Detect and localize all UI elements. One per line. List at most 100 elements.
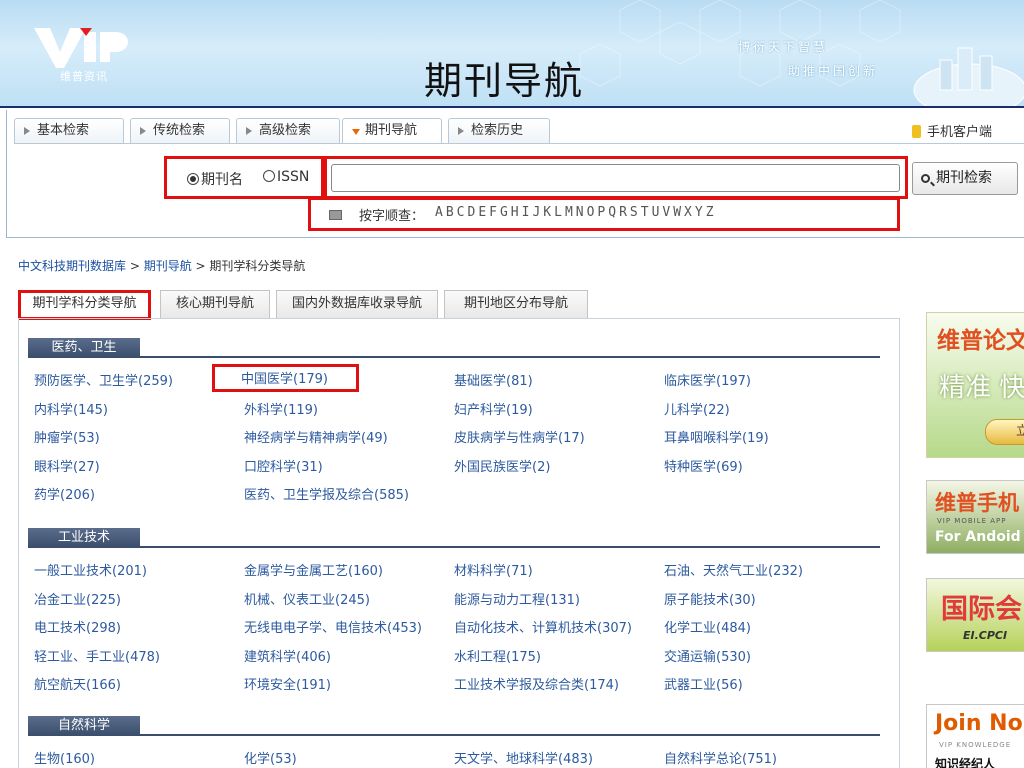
- subject-link[interactable]: 冶金工业(225): [34, 589, 121, 608]
- letter-l[interactable]: L: [554, 205, 563, 220]
- subject-link[interactable]: 临床医学(197): [664, 370, 751, 389]
- letter-p[interactable]: P: [597, 205, 606, 220]
- subject-link[interactable]: 肿瘤学(53): [34, 427, 100, 446]
- letter-n[interactable]: N: [576, 205, 585, 220]
- radio-journal-name[interactable]: 期刊名: [187, 169, 243, 189]
- letter-w[interactable]: W: [673, 205, 682, 220]
- breadcrumb-current: 期刊学科分类导航: [209, 259, 306, 273]
- subject-link[interactable]: 航空航天(166): [34, 674, 121, 693]
- ad-button[interactable]: 立: [985, 419, 1024, 445]
- page-title: 期刊导航: [424, 59, 585, 103]
- letter-z[interactable]: Z: [706, 205, 715, 220]
- subject-link[interactable]: 妇产科学(19): [454, 399, 533, 418]
- letter-b[interactable]: B: [446, 205, 455, 220]
- breadcrumb-journal-navigation[interactable]: 期刊导航: [144, 259, 192, 273]
- letter-s[interactable]: S: [630, 205, 639, 220]
- subject-link[interactable]: 口腔科学(31): [244, 456, 323, 475]
- subject-link[interactable]: 轻工业、手工业(478): [34, 646, 160, 665]
- subject-link[interactable]: 特种医学(69): [664, 456, 743, 475]
- subject-link[interactable]: 医药、卫生学报及综合(585): [244, 484, 409, 503]
- subject-link[interactable]: 交通运输(530): [664, 646, 751, 665]
- subject-link[interactable]: 天文学、地球科学(483): [454, 748, 593, 767]
- tab-basic-search[interactable]: 基本检索: [14, 118, 124, 144]
- letter-v[interactable]: V: [662, 205, 671, 220]
- subject-link[interactable]: 水利工程(175): [454, 646, 541, 665]
- tab-core-journals[interactable]: 核心期刊导航: [160, 290, 270, 318]
- tab-subject-classification[interactable]: 期刊学科分类导航: [18, 290, 151, 320]
- ad-international-conference[interactable]: 国际会 EI.CPCI: [926, 578, 1024, 652]
- subject-link[interactable]: 预防医学、卫生学(259): [34, 370, 173, 389]
- triangle-right-icon: [246, 127, 252, 135]
- subject-link[interactable]: 眼科学(27): [34, 456, 100, 475]
- breadcrumb-separator: >: [126, 259, 144, 273]
- subject-link[interactable]: 原子能技术(30): [664, 589, 756, 608]
- letter-k[interactable]: K: [543, 205, 552, 220]
- tab-database-inclusion[interactable]: 国内外数据库收录导航: [276, 290, 438, 318]
- subject-link[interactable]: 建筑科学(406): [244, 646, 331, 665]
- subject-link[interactable]: 石油、天然气工业(232): [664, 560, 803, 579]
- mobile-client-link[interactable]: 手机客户端: [912, 121, 992, 140]
- mobile-client-label: 手机客户端: [927, 125, 993, 140]
- ad-subtitle: 知识经纪人: [935, 757, 996, 768]
- letter-r[interactable]: R: [619, 205, 628, 220]
- subject-link[interactable]: 无线电电子学、电信技术(453): [244, 617, 422, 636]
- subject-link[interactable]: 皮肤病学与性病学(17): [454, 427, 585, 446]
- subject-link[interactable]: 自动化技术、计算机技术(307): [454, 617, 632, 636]
- letter-a[interactable]: A: [435, 205, 444, 220]
- letter-t[interactable]: T: [641, 205, 650, 220]
- subject-link[interactable]: 基础医学(81): [454, 370, 533, 389]
- tab-region-distribution[interactable]: 期刊地区分布导航: [444, 290, 588, 318]
- subject-link[interactable]: 化学工业(484): [664, 617, 751, 636]
- subject-link[interactable]: 能源与动力工程(131): [454, 589, 580, 608]
- breadcrumb-database[interactable]: 中文科技期刊数据库: [18, 259, 126, 273]
- subject-link[interactable]: 内科学(145): [34, 399, 108, 418]
- ad-vip-mobile[interactable]: 维普手机 VIP MOBILE APP For Andoid: [926, 480, 1024, 554]
- letter-d[interactable]: D: [467, 205, 476, 220]
- subject-link[interactable]: 一般工业技术(201): [34, 560, 147, 579]
- radio-issn[interactable]: ISSN: [263, 169, 309, 185]
- letter-u[interactable]: U: [652, 205, 661, 220]
- category-header-medicine-health: 医药、卫生: [28, 338, 880, 358]
- letter-o[interactable]: O: [587, 205, 596, 220]
- subject-link[interactable]: 机械、仪表工业(245): [244, 589, 370, 608]
- journal-search-button[interactable]: 期刊检索: [912, 162, 1018, 195]
- tab-traditional-search[interactable]: 传统检索: [130, 118, 230, 144]
- subject-link[interactable]: 金属学与金属工艺(160): [244, 560, 383, 579]
- letter-m[interactable]: M: [565, 205, 574, 220]
- letter-y[interactable]: Y: [695, 205, 704, 220]
- ad-title: 维普论文: [937, 328, 1024, 354]
- globe-graphic: [913, 47, 1024, 106]
- subject-link[interactable]: 药学(206): [34, 484, 95, 503]
- letter-i[interactable]: I: [522, 205, 531, 220]
- letter-f[interactable]: F: [489, 205, 498, 220]
- ad-subtitle: For Andoid: [935, 529, 1021, 545]
- subject-link[interactable]: 化学(53): [244, 748, 297, 767]
- letter-j[interactable]: J: [532, 205, 541, 220]
- subject-link[interactable]: 外国民族医学(2): [454, 456, 550, 475]
- subject-link[interactable]: 工业技术学报及综合类(174): [454, 674, 619, 693]
- radio-unselected-icon: [263, 170, 275, 182]
- ad-vip-paper[interactable]: 维普论文 精准 快 立: [926, 312, 1024, 458]
- tab-search-history[interactable]: 检索历史: [448, 118, 550, 144]
- search-input[interactable]: [331, 164, 900, 192]
- ad-join-now[interactable]: Join No VIP KNOWLEDGE 知识经纪人: [926, 704, 1024, 768]
- subject-link[interactable]: 儿科学(22): [664, 399, 730, 418]
- letter-e[interactable]: E: [478, 205, 487, 220]
- subject-link[interactable]: 中国医学(179): [212, 364, 359, 392]
- subject-link[interactable]: 生物(160): [34, 748, 95, 767]
- letter-x[interactable]: X: [684, 205, 693, 220]
- tab-journal-navigation[interactable]: 期刊导航: [342, 118, 442, 144]
- subject-link[interactable]: 环境安全(191): [244, 674, 331, 693]
- letter-g[interactable]: G: [500, 205, 509, 220]
- tab-advanced-search[interactable]: 高级检索: [236, 118, 340, 144]
- letter-q[interactable]: Q: [608, 205, 617, 220]
- subject-link[interactable]: 材料科学(71): [454, 560, 533, 579]
- subject-link[interactable]: 自然科学总论(751): [664, 748, 777, 767]
- subject-link[interactable]: 武器工业(56): [664, 674, 743, 693]
- subject-link[interactable]: 外科学(119): [244, 399, 318, 418]
- letter-c[interactable]: C: [457, 205, 466, 220]
- subject-link[interactable]: 电工技术(298): [34, 617, 121, 636]
- letter-h[interactable]: H: [511, 205, 520, 220]
- subject-link[interactable]: 耳鼻咽喉科学(19): [664, 427, 769, 446]
- subject-link[interactable]: 神经病学与精神病学(49): [244, 427, 388, 446]
